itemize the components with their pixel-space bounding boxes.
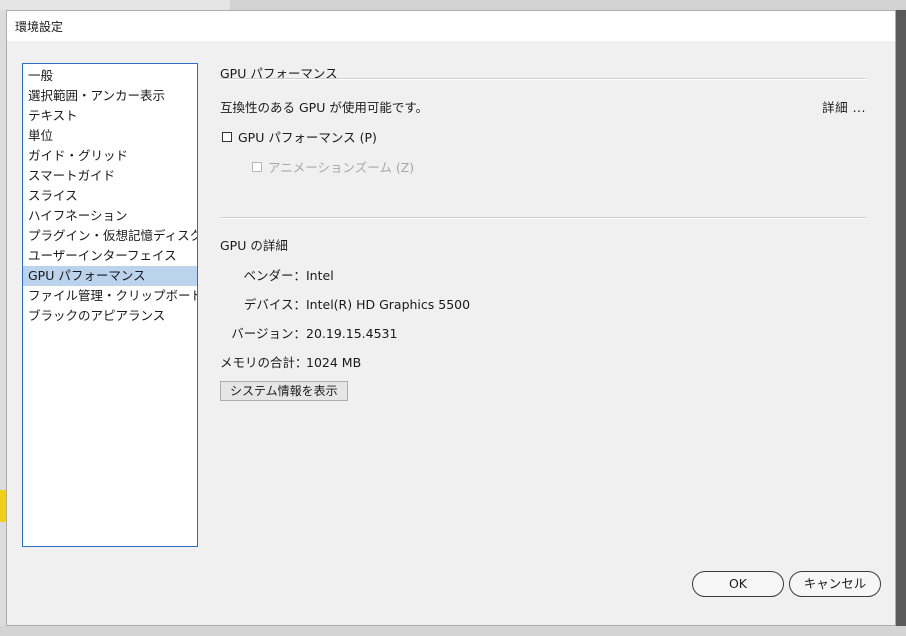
sidebar-item-units[interactable]: 単位 <box>23 126 197 146</box>
sidebar-item-text[interactable]: テキスト <box>23 106 197 126</box>
vendor-value: Intel <box>306 268 334 283</box>
category-list[interactable]: 一般 選択範囲・アンカー表示 テキスト 単位 ガイド・グリッド スマートガイド … <box>22 63 198 547</box>
animated-zoom-checkbox-label: アニメーションズーム (Z) <box>268 160 415 175</box>
background-app-top <box>0 0 906 10</box>
sidebar-item-selection-anchor-display[interactable]: 選択範囲・アンカー表示 <box>23 86 197 106</box>
memory-label: メモリの合計： <box>220 355 308 370</box>
checkbox-box[interactable] <box>222 131 232 142</box>
background-app-statusbar <box>0 626 906 636</box>
section-divider <box>220 78 866 80</box>
device-row: デバイス：Intel(R) HD Graphics 5500 <box>220 294 470 313</box>
device-value: Intel(R) HD Graphics 5500 <box>306 297 471 312</box>
vendor-row: ベンダー：Intel <box>220 265 334 284</box>
gpu-performance-checkbox-label: GPU パフォーマンス (P) <box>238 130 377 145</box>
sidebar-item-guides-grid[interactable]: ガイド・グリッド <box>23 146 197 166</box>
sidebar-item-appearance-of-black[interactable]: ブラックのアピアランス <box>23 306 197 326</box>
sidebar-item-general[interactable]: 一般 <box>23 66 197 86</box>
sidebar-item-plugins-scratch-disks[interactable]: プラグイン・仮想記憶ディスク <box>23 226 197 246</box>
version-label: バージョン： <box>231 326 306 341</box>
sidebar-item-slices[interactable]: スライス <box>23 186 197 206</box>
sidebar-item-smart-guides[interactable]: スマートガイド <box>23 166 197 186</box>
device-label: デバイス： <box>243 297 306 312</box>
cancel-button[interactable]: キャンセル <box>789 571 881 597</box>
show-system-info-button[interactable]: システム情報を表示 <box>220 381 348 401</box>
availability-text: 互換性のある GPU が使用可能です。 <box>220 100 429 115</box>
dialog-titlebar[interactable]: 環境設定 <box>7 11 895 41</box>
gpu-performance-checkbox[interactable]: GPU パフォーマンス (P) <box>222 127 377 146</box>
vendor-label: ベンダー： <box>243 268 306 283</box>
checkbox-box[interactable] <box>252 161 262 172</box>
sidebar-item-hyphenation[interactable]: ハイフネーション <box>23 206 197 226</box>
sidebar-item-user-interface[interactable]: ユーザーインターフェイス <box>23 246 197 266</box>
memory-value: 1024 MB <box>306 355 362 370</box>
ok-button[interactable]: OK <box>692 571 784 597</box>
sidebar-item-gpu-performance[interactable]: GPU パフォーマンス <box>23 266 197 286</box>
version-row: バージョン：20.19.15.4531 <box>220 323 397 342</box>
details-link[interactable]: 詳細 ... <box>822 97 866 116</box>
sidebar-item-file-handling-clipboard[interactable]: ファイル管理・クリップボード <box>23 286 197 306</box>
section-divider <box>220 217 866 219</box>
memory-row: メモリの合計：1024 MB <box>220 352 361 371</box>
background-app-toolbar <box>230 0 906 10</box>
version-value: 20.19.15.4531 <box>306 326 398 341</box>
animated-zoom-checkbox[interactable]: アニメーションズーム (Z) <box>252 157 414 176</box>
dialog-title: 環境設定 <box>15 20 64 34</box>
gpu-details-title: GPU の詳細 <box>220 238 288 253</box>
preferences-dialog: 環境設定 一般 選択範囲・アンカー表示 テキスト 単位 ガイド・グリッド スマー… <box>6 10 896 626</box>
